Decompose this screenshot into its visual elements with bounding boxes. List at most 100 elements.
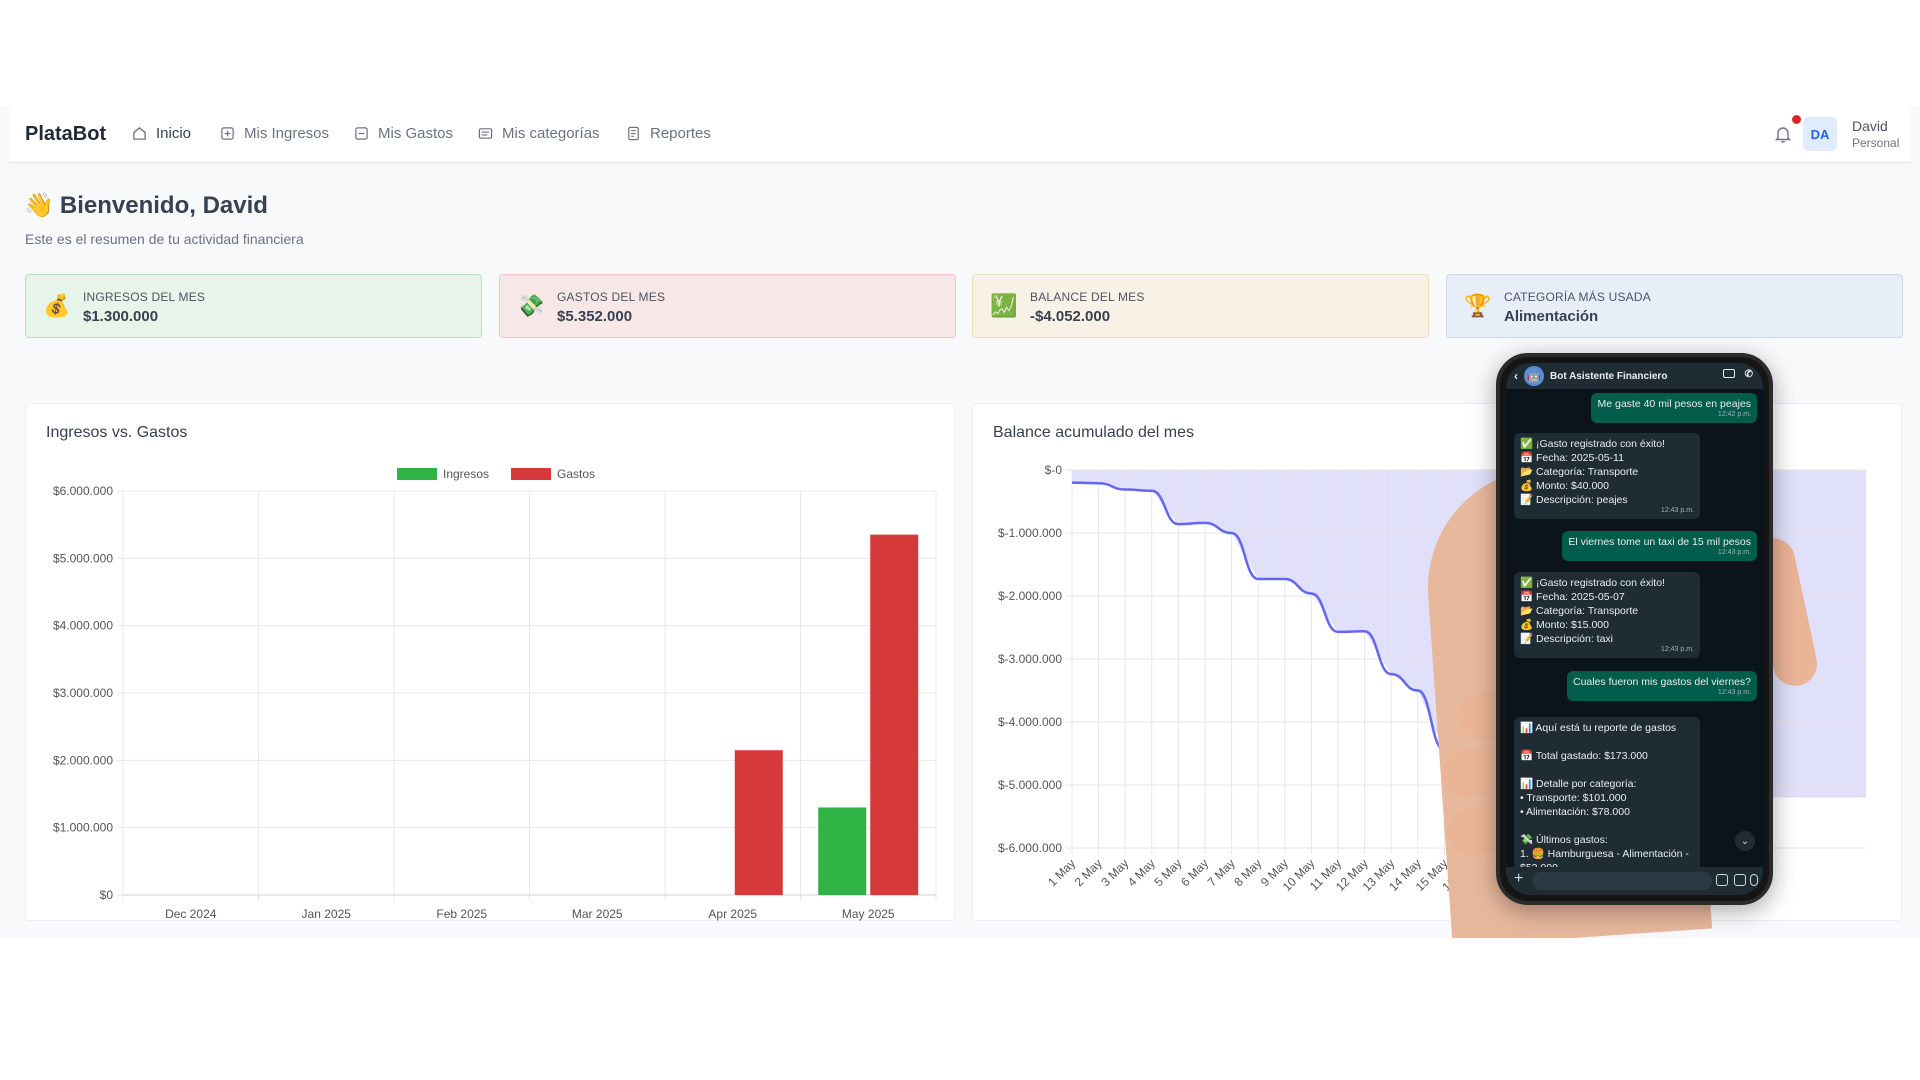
back-arrow-icon[interactable]: ‹ [1514, 369, 1518, 383]
scroll-down-icon[interactable]: ⌄ [1735, 831, 1755, 851]
message-line: 📂 Categoría: Transporte [1520, 466, 1639, 478]
money-bag-icon: 💰 [43, 293, 71, 318]
outgoing-message[interactable]: Me gaste 40 mil pesos en peajes 12:42 p.m… [1591, 393, 1757, 423]
y-tick-label: $2.000.000 [53, 753, 113, 767]
x-tick-label: 8 May [1231, 856, 1264, 889]
message-line: 💰 Monto: $15.000 [1520, 619, 1609, 631]
x-tick-label: Apr 2025 [708, 907, 757, 921]
outgoing-message[interactable]: Cuales fueron mis gastos del viernes? 12:… [1566, 671, 1757, 701]
x-tick-label: Jan 2025 [302, 907, 352, 921]
money-wings-icon: 💸 [517, 293, 545, 318]
x-tick-label: May 2025 [842, 907, 895, 921]
bar-gastos [734, 750, 783, 895]
nav-item-inicio[interactable]: Inicio [132, 125, 191, 142]
message-line: 📅 Fecha: 2025-05-11 [1520, 452, 1624, 464]
sticker-icon[interactable] [1716, 874, 1728, 886]
chat-contact-name[interactable]: Bot Asistente Financiero [1550, 371, 1667, 382]
message-text: El viernes tome un taxi de 15 mil pesos [1568, 536, 1751, 548]
stat-label: BALANCE DEL MES [1030, 290, 1145, 304]
y-tick-label: $-1.000.000 [998, 526, 1062, 540]
x-tick-label: 2 May [1072, 856, 1105, 889]
stat-card-balance: 💹 BALANCE DEL MES -$4.052.000 [972, 274, 1429, 338]
message-time: 12:42 p.m. [1717, 411, 1751, 418]
message-line: ✅ ¡Gasto registrado con éxito! [1520, 438, 1665, 450]
user-role: Personal [1852, 136, 1900, 150]
nav-item-reportes[interactable]: Reportes [626, 125, 711, 142]
legend-swatch [511, 468, 551, 480]
message-input[interactable] [1532, 872, 1712, 890]
message-line: 📂 Categoría: Transporte [1520, 605, 1639, 617]
stat-card-categoria: 🏆 CATEGORÍA MÁS USADA Alimentación [1446, 274, 1903, 338]
x-tick-label: Dec 2024 [165, 907, 217, 921]
message-time: 12:43 p.m. [1717, 549, 1751, 556]
message-time: 12:43 p.m. [1660, 646, 1694, 653]
x-tick-label: Mar 2025 [572, 907, 623, 921]
x-tick-label: 4 May [1125, 856, 1158, 889]
message-line: 📊 Aquí está tu reporte de gastos [1520, 722, 1677, 734]
bar-gastos [870, 534, 919, 895]
incoming-message[interactable]: 📊 Aquí está tu reporte de gastos 📅 Total… [1514, 717, 1700, 879]
legend-swatch [397, 468, 437, 480]
chat-header: ‹ 🤖 Bot Asistente Financiero ✆ [1506, 363, 1763, 389]
bell-icon[interactable] [1773, 124, 1793, 144]
message-line [1520, 819, 1694, 833]
message-text: Cuales fueron mis gastos del viernes? [1572, 676, 1751, 688]
phone-call-icon[interactable]: ✆ [1745, 369, 1753, 380]
phone-mockup: ‹ 🤖 Bot Asistente Financiero ✆ Me gaste … [1496, 353, 1773, 905]
y-tick-label: $6.000.000 [53, 484, 113, 498]
outgoing-message[interactable]: El viernes tome un taxi de 15 mil pesos 1… [1562, 531, 1757, 561]
x-tick-label: 6 May [1178, 856, 1211, 889]
plus-square-icon [221, 127, 234, 140]
nav-item-mis-ingresos[interactable]: Mis Ingresos [220, 125, 329, 142]
x-tick-label: 1 May [1045, 856, 1078, 889]
y-tick-label: $-2.000.000 [998, 589, 1062, 603]
y-tick-label: $1.000.000 [53, 821, 113, 835]
message-line: 📅 Fecha: 2025-05-07 [1520, 591, 1625, 603]
y-tick-label: $0 [100, 888, 114, 902]
stat-value: $1.300.000 [83, 308, 159, 325]
nav-item-label: Mis categorías [502, 125, 600, 142]
user-name[interactable]: David [1852, 118, 1888, 134]
y-tick-label: $-6.000.000 [998, 841, 1062, 855]
minus-square-icon [355, 127, 368, 140]
avatar[interactable]: DA [1803, 117, 1837, 151]
message-line [1520, 763, 1694, 777]
camera-icon[interactable] [1734, 874, 1746, 886]
stat-value: -$4.052.000 [1030, 308, 1111, 325]
stat-label: INGRESOS DEL MES [83, 290, 206, 304]
message-line: • Transporte: $101.000 [1520, 792, 1627, 804]
stat-label: CATEGORÍA MÁS USADA [1504, 290, 1651, 304]
top-navbar: PlataBot Inicio Mis Ingresos Mis Gastos … [9, 107, 1911, 163]
incoming-message[interactable]: ✅ ¡Gasto registrado con éxito! 📅 Fecha: 2… [1514, 572, 1700, 658]
stat-card-gastos: 💸 GASTOS DEL MES $5.352.000 [499, 274, 956, 338]
x-tick-label: 7 May [1205, 856, 1238, 889]
wave-icon: 👋 [24, 192, 54, 219]
legend-label: Ingresos [443, 467, 489, 481]
list-icon [478, 128, 493, 139]
y-tick-label: $3.000.000 [53, 686, 113, 700]
nav-item-mis-categorias[interactable]: Mis categorías [478, 125, 600, 142]
message-line: 📝 Descripción: taxi [1520, 633, 1614, 645]
report-icon [628, 126, 639, 141]
y-tick-label: $-0 [1045, 463, 1063, 477]
bot-avatar-icon: 🤖 [1524, 366, 1544, 386]
video-call-icon[interactable] [1722, 369, 1735, 378]
bar-ingresos [818, 807, 867, 895]
y-tick-label: $-4.000.000 [998, 715, 1062, 729]
stat-value: $5.352.000 [557, 308, 633, 325]
app-root: PlataBot Inicio Mis Ingresos Mis Gastos … [0, 107, 1920, 938]
nav-item-label: Mis Gastos [378, 125, 454, 142]
nav-item-mis-gastos[interactable]: Mis Gastos [354, 125, 453, 142]
microphone-icon[interactable] [1750, 874, 1758, 886]
message-line [1520, 735, 1694, 749]
bar-chart: $0 $1.000.000 $2.000.000 $3.000.000 $4.000.0… [53, 467, 937, 921]
y-tick-label: $5.000.000 [53, 551, 113, 565]
y-tick-label: $4.000.000 [53, 619, 113, 633]
page-subtitle: Este es el resumen de tu actividad finan… [25, 231, 304, 247]
message-time: 12:43 p.m. [1660, 507, 1694, 514]
attach-plus-icon[interactable]: + [1514, 870, 1523, 888]
brand-logo[interactable]: PlataBot [25, 123, 106, 146]
stat-card-ingresos: 💰 INGRESOS DEL MES $1.300.000 [25, 274, 482, 338]
incoming-message[interactable]: ✅ ¡Gasto registrado con éxito! 📅 Fecha: 2… [1514, 433, 1700, 519]
message-line: 📝 Descripción: peajes [1520, 494, 1628, 506]
